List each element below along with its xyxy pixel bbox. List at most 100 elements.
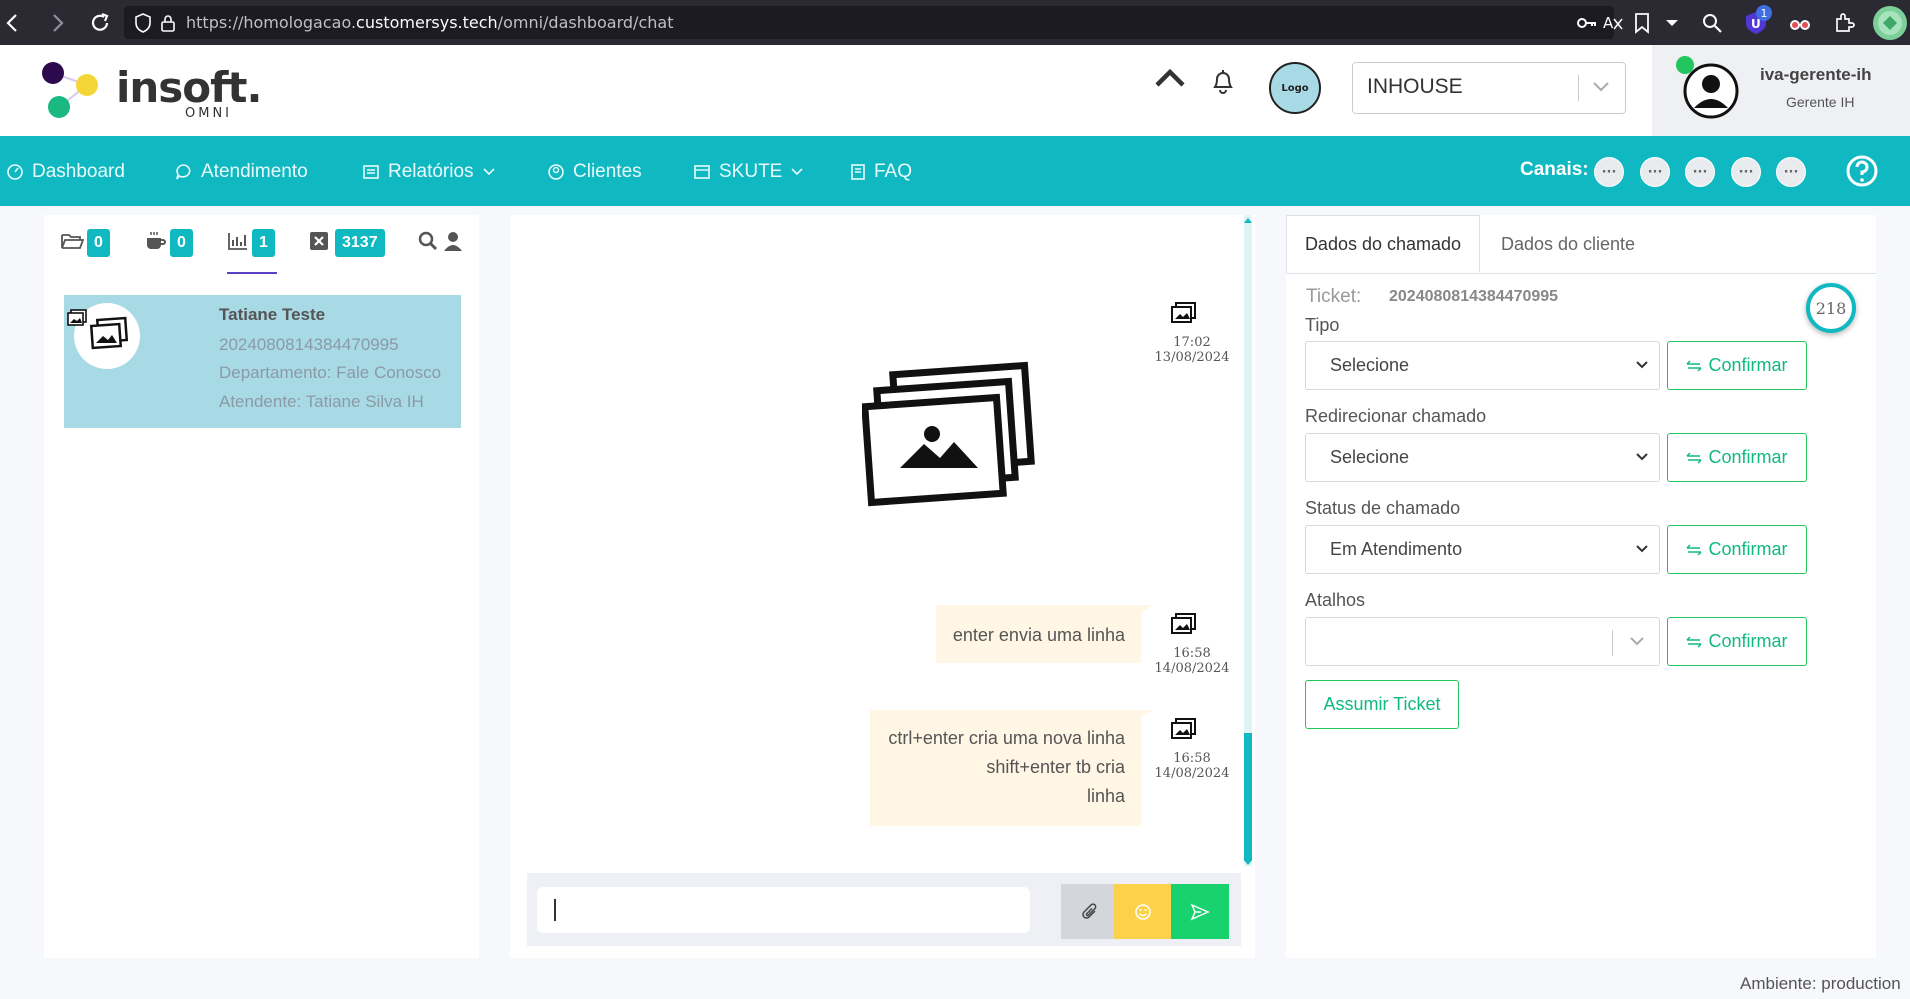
back-icon[interactable]	[0, 10, 26, 36]
nav-label: Dashboard	[32, 161, 125, 182]
canal-button[interactable]: ···	[1776, 157, 1806, 187]
tab-dados-chamado[interactable]: Dados do chamado	[1286, 215, 1480, 273]
open-count-badge: 0	[87, 229, 110, 257]
chat-scrollbar-thumb[interactable]	[1244, 733, 1252, 861]
message-bubble: enter envia uma linha	[936, 605, 1141, 663]
insoft-logo-sub: OMNI	[185, 106, 233, 121]
nav-label: Relatórios	[388, 161, 474, 182]
active-count-badge: 1	[252, 229, 275, 257]
chart-bar-icon[interactable]	[227, 231, 249, 251]
redirect-select[interactable]: Selecione	[1305, 433, 1660, 482]
chevron-up-icon[interactable]	[1154, 63, 1186, 93]
text-cursor	[554, 899, 556, 921]
translate-icon[interactable]: A	[1601, 11, 1625, 35]
nav-item-skute[interactable]: SKUTE	[693, 160, 804, 184]
closed-count-badge: 3137	[335, 229, 385, 257]
search-user-icon[interactable]	[418, 231, 464, 253]
scroll-up-arrow-icon[interactable]	[1243, 216, 1253, 224]
scroll-down-arrow-icon[interactable]	[1243, 859, 1253, 867]
canal-button[interactable]: ···	[1640, 157, 1670, 187]
confirm-redirect-button[interactable]: Confirmar	[1667, 433, 1807, 482]
send-icon	[1190, 903, 1210, 921]
bubble-tail	[1133, 605, 1153, 617]
chat-icon	[175, 163, 193, 181]
ublock-icon[interactable]: U 1	[1744, 5, 1772, 35]
emoji-button[interactable]	[1114, 884, 1172, 939]
chevron-down-icon[interactable]	[1660, 11, 1684, 35]
nav-item-atendimento[interactable]: Atendimento	[175, 160, 308, 184]
chevron-down-icon	[482, 167, 496, 177]
chevron-down-icon[interactable]	[1591, 80, 1611, 94]
ticket-card[interactable]: Tatiane Teste 2024080814384470995 Depart…	[64, 295, 461, 428]
image-message-icon	[1169, 612, 1197, 636]
user-name: iva-gerente-ih	[1760, 65, 1872, 84]
key-icon[interactable]	[1575, 11, 1599, 35]
atalhos-select[interactable]	[1305, 617, 1660, 666]
reload-icon[interactable]	[87, 10, 113, 36]
user-avatar-icon[interactable]	[1682, 62, 1740, 120]
canais-label: Canais:	[1520, 159, 1589, 180]
bell-icon[interactable]	[1210, 67, 1236, 95]
shield-icon[interactable]	[134, 13, 152, 33]
tipo-label: Tipo	[1305, 315, 1340, 335]
exchange-icon	[1686, 543, 1703, 557]
clients-icon	[547, 163, 565, 181]
status-select[interactable]: Em Atendimento	[1305, 525, 1660, 574]
message-bubble: ctrl+enter cria uma nova linha shift+ent…	[870, 710, 1141, 826]
tabs-divider	[1286, 273, 1876, 274]
bookmark-icon[interactable]	[1630, 11, 1654, 35]
message-input[interactable]	[537, 887, 1030, 933]
canal-button[interactable]: ···	[1685, 157, 1715, 187]
nav-item-dashboard[interactable]: Dashboard	[6, 160, 125, 184]
redirect-label: Redirecionar chamado	[1305, 406, 1487, 426]
user-panel[interactable]: iva-gerente-ih Gerente IH	[1652, 45, 1910, 136]
canal-button[interactable]: ···	[1731, 157, 1761, 187]
timer-counter: 218	[1806, 283, 1856, 333]
confirm-tipo-button[interactable]: Confirmar	[1667, 341, 1807, 390]
attach-button[interactable]	[1061, 884, 1119, 939]
exchange-icon	[1686, 451, 1703, 465]
extensions-icon[interactable]	[1832, 11, 1856, 35]
message-timestamp: 17:02 13/08/2024	[1154, 335, 1230, 365]
forward-icon[interactable]	[44, 10, 70, 36]
folder-open-icon[interactable]	[60, 231, 84, 251]
tipo-select-value: Selecione	[1330, 355, 1410, 375]
select-divider	[1612, 630, 1613, 656]
image-message[interactable]	[862, 360, 1038, 510]
url-text[interactable]: https://homologacao.customersys.tech/omn…	[186, 13, 673, 32]
coffee-icon[interactable]	[144, 230, 168, 252]
search-icon[interactable]	[1700, 11, 1724, 35]
company-logo[interactable]: Logo	[1269, 62, 1321, 114]
tab-dados-cliente[interactable]: Dados do cliente	[1480, 215, 1656, 273]
help-icon[interactable]	[1845, 154, 1879, 188]
image-message-icon	[66, 309, 88, 327]
message-timestamp: 16:58 14/08/2024	[1154, 646, 1230, 676]
exchange-icon	[1686, 635, 1703, 649]
confirm-label: Confirmar	[1708, 631, 1788, 651]
image-message-icon	[1169, 301, 1197, 325]
select-divider	[1578, 75, 1579, 101]
nav-item-clientes[interactable]: Clientes	[547, 160, 642, 184]
image-message-icon	[1169, 717, 1197, 741]
assumir-ticket-button[interactable]: Assumir Ticket	[1305, 680, 1459, 729]
nav-label: Atendimento	[201, 161, 308, 182]
lock-icon[interactable]	[160, 13, 176, 33]
nav-label: SKUTE	[719, 161, 783, 182]
confirm-atalhos-button[interactable]: Confirmar	[1667, 617, 1807, 666]
company-select-value: INHOUSE	[1367, 75, 1463, 98]
canal-button[interactable]: ···	[1594, 157, 1624, 187]
report-icon	[362, 163, 380, 181]
glasses-icon[interactable]	[1788, 11, 1812, 35]
send-button[interactable]	[1171, 884, 1229, 939]
address-bar[interactable]: https://homologacao.customersys.tech/omn…	[124, 6, 1614, 39]
ticket-customer-name: Tatiane Teste	[219, 305, 326, 324]
profile-avatar[interactable]	[1873, 6, 1907, 40]
chevron-down-icon	[1635, 544, 1649, 554]
tipo-select[interactable]: Selecione	[1305, 341, 1660, 390]
company-select[interactable]: INHOUSE	[1352, 62, 1626, 114]
nav-item-relatorios[interactable]: Relatórios	[362, 160, 496, 184]
close-square-icon[interactable]	[309, 231, 329, 251]
confirm-status-button[interactable]: Confirmar	[1667, 525, 1807, 574]
chevron-down-icon	[1635, 360, 1649, 370]
nav-item-faq[interactable]: FAQ	[850, 160, 912, 184]
